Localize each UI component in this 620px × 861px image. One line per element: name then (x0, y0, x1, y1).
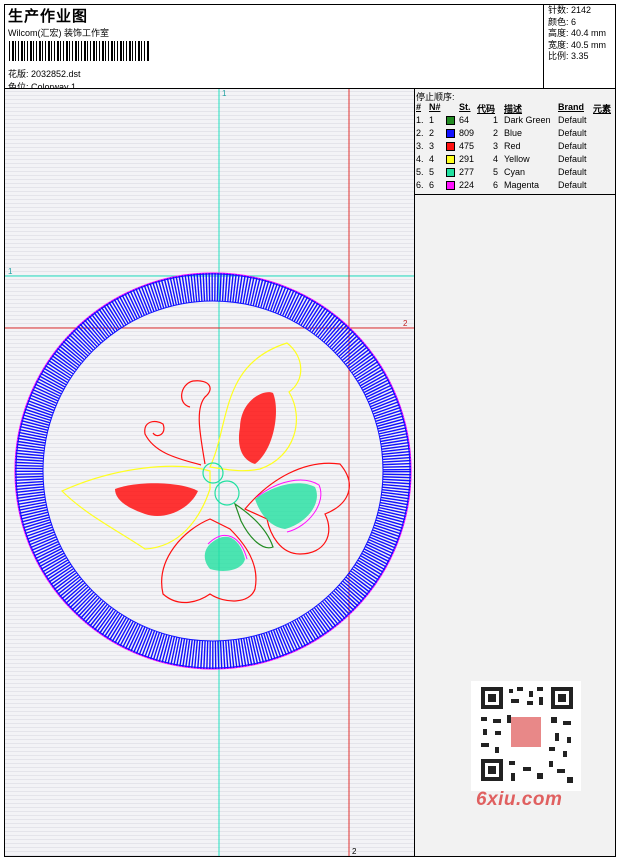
color-swatch (446, 181, 455, 190)
row-needle: 5 (429, 167, 435, 177)
color-swatch (446, 155, 455, 164)
row-needle: 6 (429, 180, 435, 190)
row-stitches: 224 (459, 180, 475, 190)
stop-sequence-row: 3. 3 475 3 Red Default (415, 140, 615, 153)
row-desc: Cyan (504, 167, 526, 177)
row-brand: Default (558, 128, 587, 138)
row-stitches: 64 (459, 115, 470, 125)
row-brand: Default (558, 167, 587, 177)
color-swatch (446, 142, 455, 151)
row-stitches: 475 (459, 141, 475, 151)
row-desc: Yellow (504, 154, 530, 164)
stat-width: 宽度: 40.5 mm (548, 39, 607, 50)
color-swatch (446, 168, 455, 177)
row-desc: Blue (504, 128, 523, 138)
header-divider (543, 4, 544, 89)
row-num: 3. (416, 141, 424, 151)
row-stitches: 809 (459, 128, 475, 138)
col-needle: N# (429, 102, 441, 112)
company-name: Wilcom(汇宏) 装饰工作室 (8, 28, 109, 38)
row-num: 2. (416, 128, 424, 138)
row-code: 6 (493, 180, 499, 190)
stat-colors: 颜色: 6 (548, 16, 577, 27)
spot-left-red (115, 483, 198, 517)
row-needle: 1 (429, 115, 435, 125)
antenna-right (181, 380, 211, 465)
design-file: 花版: 2032852.dst (8, 69, 81, 79)
stat-stitches: 针数: 2142 (548, 5, 592, 15)
guide-label-h2: 2 (403, 319, 408, 328)
qr-center-logo (511, 717, 541, 747)
row-code: 5 (493, 167, 499, 177)
row-stitches: 291 (459, 154, 475, 164)
embroidery-design: 1 1 2 2 (5, 89, 414, 856)
row-desc: Dark Green (504, 115, 551, 125)
header: 生产作业图 Wilcom(汇宏) 装饰工作室 花版: 2032852.dst 色… (5, 5, 542, 92)
butterfly-head (202, 462, 224, 484)
watermark-brand: 6xiu.com (476, 789, 563, 810)
row-code: 4 (493, 154, 499, 164)
row-num: 1. (416, 115, 424, 125)
row-needle: 2 (429, 128, 435, 138)
row-num: 5. (416, 167, 424, 177)
stop-sequence-row: 6. 6 224 6 Magenta Default (415, 179, 615, 192)
stop-sequence-header: # N# St. 代码 描述 Brand 元素 (415, 102, 615, 114)
col-brand: Brand (558, 102, 585, 112)
row-stitches: 277 (459, 167, 475, 177)
qr-code (471, 681, 581, 791)
guide-label-v2: 2 (352, 847, 357, 856)
color-swatch (446, 116, 455, 125)
col-num: # (416, 102, 422, 112)
guide-label-h1: 1 (8, 267, 13, 276)
color-swatch (446, 129, 455, 138)
row-code: 1 (493, 115, 499, 125)
row-needle: 3 (429, 141, 435, 151)
row-desc: Magenta (504, 180, 540, 190)
row-brand: Default (558, 154, 587, 164)
stop-sequence-row: 5. 5 277 5 Cyan Default (415, 166, 615, 179)
stop-sequence-row: 4. 4 291 4 Yellow Default (415, 153, 615, 166)
row-code: 3 (493, 141, 499, 151)
design-canvas: 1 1 2 2 (5, 89, 414, 856)
row-brand: Default (558, 180, 587, 190)
antenna-left (144, 420, 202, 466)
row-num: 4. (416, 154, 424, 164)
row-num: 6. (416, 180, 424, 190)
barcode (9, 41, 149, 61)
row-code: 2 (493, 128, 499, 138)
row-brand: Default (558, 141, 587, 151)
stop-sequence-row: 1. 1 64 1 Dark Green Default (415, 114, 615, 127)
satin-ring-blue (15, 273, 411, 669)
stats-panel: 针数: 2142 颜色: 6 高度: 40.4 mm 宽度: 40.5 mm 比… (548, 5, 616, 63)
ring-inner-edge (42, 300, 384, 642)
stop-sequence-row: 2. 2 809 2 Blue Default (415, 127, 615, 140)
qr-code-image (471, 681, 581, 791)
guide-label-v1: 1 (222, 89, 227, 98)
row-desc: Red (504, 141, 521, 151)
panel-separator (415, 194, 615, 195)
stat-height: 高度: 40.4 mm (548, 28, 607, 38)
col-stitches: St. (459, 102, 471, 112)
stat-scale: 比例: 3.35 (548, 51, 589, 61)
spot-right-red (238, 392, 276, 464)
row-brand: Default (558, 115, 587, 125)
row-needle: 4 (429, 154, 435, 164)
page-title: 生产作业图 (8, 8, 89, 25)
